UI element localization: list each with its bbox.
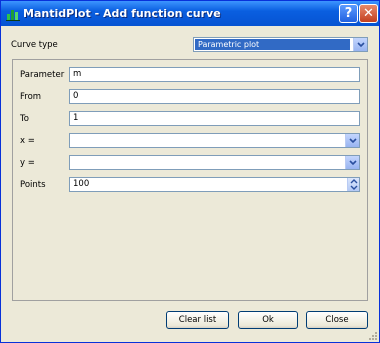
x-label: x = bbox=[20, 136, 35, 146]
y-label: y = bbox=[20, 158, 35, 168]
clear-list-button[interactable]: Clear list bbox=[166, 311, 229, 329]
y-dropdown-button[interactable] bbox=[345, 156, 359, 169]
chevron-down-icon bbox=[349, 137, 357, 143]
from-label: From bbox=[20, 92, 42, 102]
ok-button[interactable]: Ok bbox=[238, 311, 298, 329]
mantidplot-app-icon bbox=[6, 10, 20, 21]
y-function-combo[interactable] bbox=[69, 155, 360, 170]
parameters-panel: Parameter m From 0 To 1 x = y = Points 1… bbox=[12, 59, 368, 301]
resize-grip-icon[interactable] bbox=[368, 331, 378, 341]
spin-arrows-icon bbox=[350, 179, 358, 190]
help-button[interactable]: ? bbox=[339, 4, 358, 23]
close-button[interactable]: Close bbox=[306, 311, 368, 329]
to-label: To bbox=[20, 114, 29, 124]
curve-type-label: Curve type bbox=[11, 40, 58, 50]
parameter-input[interactable]: m bbox=[69, 67, 360, 82]
to-input[interactable]: 1 bbox=[69, 111, 360, 126]
points-label: Points bbox=[20, 180, 46, 190]
chevron-down-icon bbox=[349, 159, 357, 165]
parameter-label: Parameter bbox=[20, 70, 65, 80]
curve-type-dropdown-button[interactable] bbox=[353, 38, 367, 51]
help-icon: ? bbox=[344, 6, 353, 21]
points-value: 100 bbox=[73, 179, 90, 189]
from-input[interactable]: 0 bbox=[69, 89, 360, 104]
x-dropdown-button[interactable] bbox=[345, 134, 359, 147]
chevron-down-icon bbox=[357, 41, 365, 47]
points-spin-buttons[interactable] bbox=[347, 178, 359, 191]
window-title: MantidPlot - Add function curve bbox=[23, 7, 221, 20]
close-icon: ✕ bbox=[363, 6, 374, 21]
points-spinbox[interactable]: 100 bbox=[69, 177, 360, 192]
curve-type-value: Parametric plot bbox=[195, 39, 350, 50]
curve-type-select[interactable]: Parametric plot bbox=[193, 37, 368, 52]
title-bar[interactable]: MantidPlot - Add function curve ? ✕ bbox=[1, 1, 379, 26]
x-function-combo[interactable] bbox=[69, 133, 360, 148]
close-window-button[interactable]: ✕ bbox=[359, 4, 378, 23]
